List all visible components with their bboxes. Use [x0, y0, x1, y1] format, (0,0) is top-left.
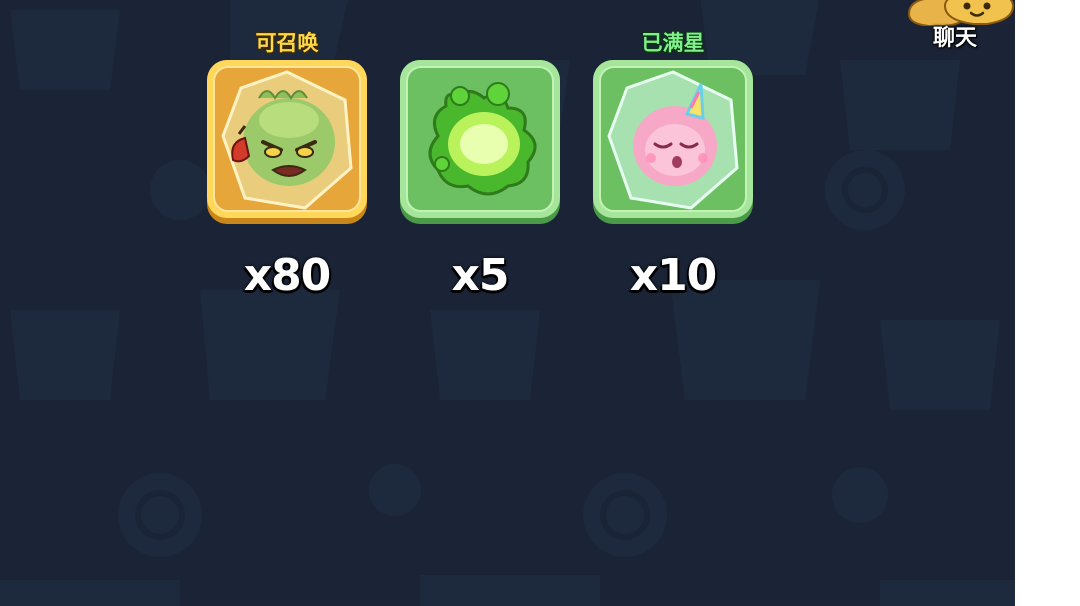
bg-silhouette — [880, 580, 1015, 606]
bg-silhouette — [10, 10, 120, 90]
bg-swirl — [825, 150, 905, 230]
bg-swirl — [118, 473, 202, 557]
bg-swirl — [583, 473, 667, 557]
green-card-frame — [400, 60, 560, 224]
green-card-frame — [593, 60, 753, 224]
gold-card-frame — [207, 60, 367, 224]
item-card-pink-unicorn[interactable] — [591, 58, 755, 226]
summonable-label: 可召唤 — [255, 31, 319, 55]
chat-label: 聊天 — [932, 26, 977, 51]
chat-button[interactable]: 聊天 — [905, 0, 1015, 54]
bg-silhouette — [200, 290, 340, 400]
bg-silhouette — [420, 575, 600, 606]
bg-swirl — [369, 464, 421, 516]
bg-silhouette — [0, 580, 180, 606]
item-count: x80 — [243, 250, 332, 301]
bg-silhouette — [430, 310, 540, 400]
bg-swirl — [832, 467, 888, 523]
game-screen: 聊天 可召唤 x80 x5 已满星 x10 — [0, 0, 1015, 606]
item-count: x5 — [451, 250, 510, 301]
item-card-green-slime[interactable] — [398, 58, 562, 226]
item-card-cactus-monster[interactable] — [205, 58, 369, 226]
bg-silhouette — [840, 60, 960, 150]
full-star-label: 已满星 — [641, 31, 705, 55]
bg-silhouette — [880, 320, 1000, 410]
bg-swirl — [150, 160, 210, 220]
bg-silhouette — [10, 310, 120, 400]
item-count: x10 — [629, 250, 718, 301]
